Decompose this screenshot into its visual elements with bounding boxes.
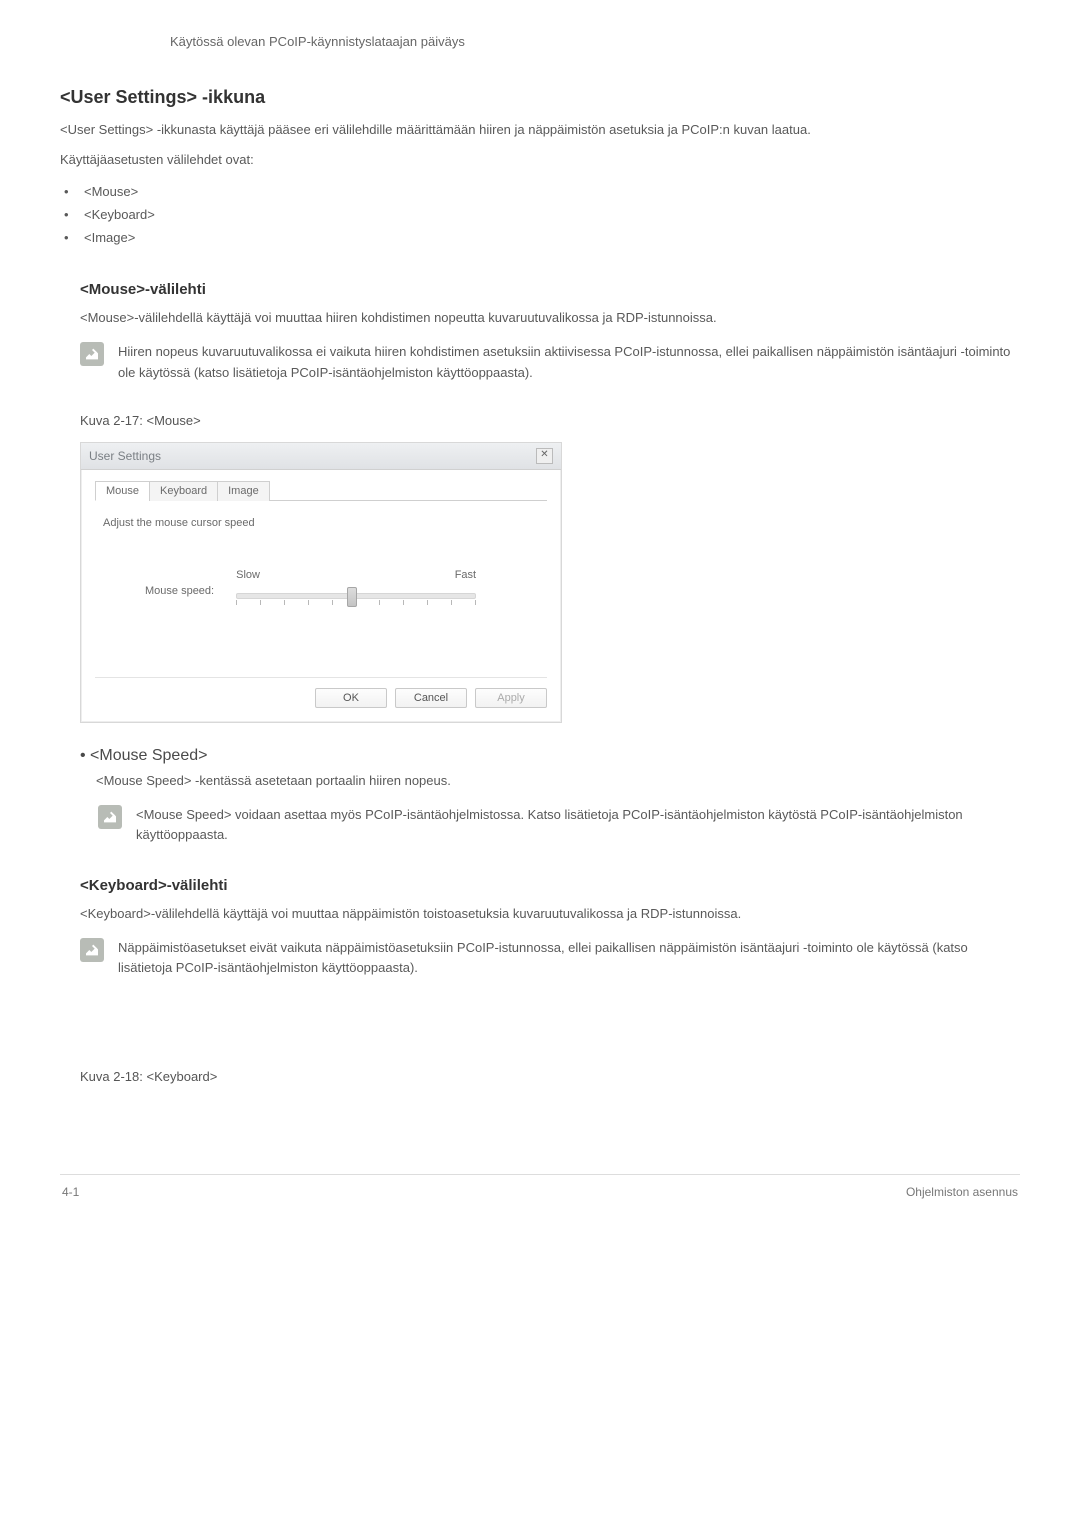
note-icon: [98, 805, 122, 829]
list-item: <Mouse>: [60, 180, 1020, 203]
bullet-mouse-speed: <Mouse Speed>: [80, 747, 1020, 765]
keyboard-tab-desc: <Keyboard>-välilehdellä käyttäjä voi muu…: [80, 904, 1020, 924]
note-mouse-speed-host: <Mouse Speed> voidaan asettaa myös PCoIP…: [80, 805, 1020, 845]
list-item: <Keyboard>: [60, 203, 1020, 226]
heading-keyboard-tab: <Keyboard>-välilehti: [80, 877, 1020, 894]
cancel-button[interactable]: Cancel: [395, 688, 467, 708]
note-text: Näppäimistöasetukset eivät vaikuta näppä…: [118, 938, 1020, 978]
note-icon: [80, 938, 104, 962]
user-settings-dialog: User Settings ✕ Mouse Keyboard Image Adj…: [80, 442, 562, 723]
apply-button[interactable]: Apply: [475, 688, 547, 708]
mouse-speed-field-desc: <Mouse Speed> -kentässä asetetaan portaa…: [96, 771, 1020, 791]
ok-button[interactable]: OK: [315, 688, 387, 708]
tab-keyboard[interactable]: Keyboard: [149, 481, 218, 501]
heading-mouse-tab: <Mouse>-välilehti: [80, 281, 1020, 298]
dialog-title: User Settings: [89, 449, 161, 463]
note-text: <Mouse Speed> voidaan asettaa myös PCoIP…: [136, 805, 1020, 845]
list-item: <Image>: [60, 226, 1020, 249]
chapter-title: Ohjelmiston asennus: [906, 1185, 1018, 1199]
user-settings-tabs-list: <Mouse> <Keyboard> <Image>: [60, 180, 1020, 249]
tab-image[interactable]: Image: [217, 481, 270, 501]
pcoip-bootloader-date-text: Käytössä olevan PCoIP-käynnistyslataajan…: [60, 0, 1020, 57]
mouse-speed-label: Mouse speed:: [145, 585, 214, 607]
page-footer: 4-1 Ohjelmiston asennus: [60, 1174, 1020, 1219]
note-keyboard-settings: Näppäimistöasetukset eivät vaikuta näppä…: [80, 938, 1020, 978]
slider-slow-label: Slow: [236, 569, 260, 581]
mouse-tab-desc: <Mouse>-välilehdellä käyttäjä voi muutta…: [80, 308, 1020, 328]
slider-thumb[interactable]: [347, 587, 357, 607]
dialog-tabs: Mouse Keyboard Image: [95, 480, 547, 501]
figure-caption-mouse: Kuva 2-17: <Mouse>: [80, 413, 1020, 428]
dialog-titlebar: User Settings ✕: [81, 443, 561, 470]
note-icon: [80, 342, 104, 366]
mouse-speed-slider[interactable]: [236, 585, 476, 607]
note-mouse-speed-session: Hiiren nopeus kuvaruutuvalikossa ei vaik…: [80, 342, 1020, 382]
figure-caption-keyboard: Kuva 2-18: <Keyboard>: [80, 1069, 1020, 1084]
note-text: Hiiren nopeus kuvaruutuvalikossa ei vaik…: [118, 342, 1020, 382]
tab-mouse[interactable]: Mouse: [95, 481, 150, 501]
close-icon[interactable]: ✕: [536, 448, 553, 464]
page-number: 4-1: [62, 1185, 79, 1199]
user-settings-desc-2: Käyttäjäasetusten välilehdet ovat:: [60, 150, 1020, 170]
slider-fast-label: Fast: [455, 569, 476, 581]
user-settings-desc-1: <User Settings> -ikkunasta käyttäjä pääs…: [60, 120, 1020, 140]
heading-user-settings: <User Settings> -ikkuna: [60, 87, 1020, 108]
dialog-instruction: Adjust the mouse cursor speed: [103, 517, 547, 529]
